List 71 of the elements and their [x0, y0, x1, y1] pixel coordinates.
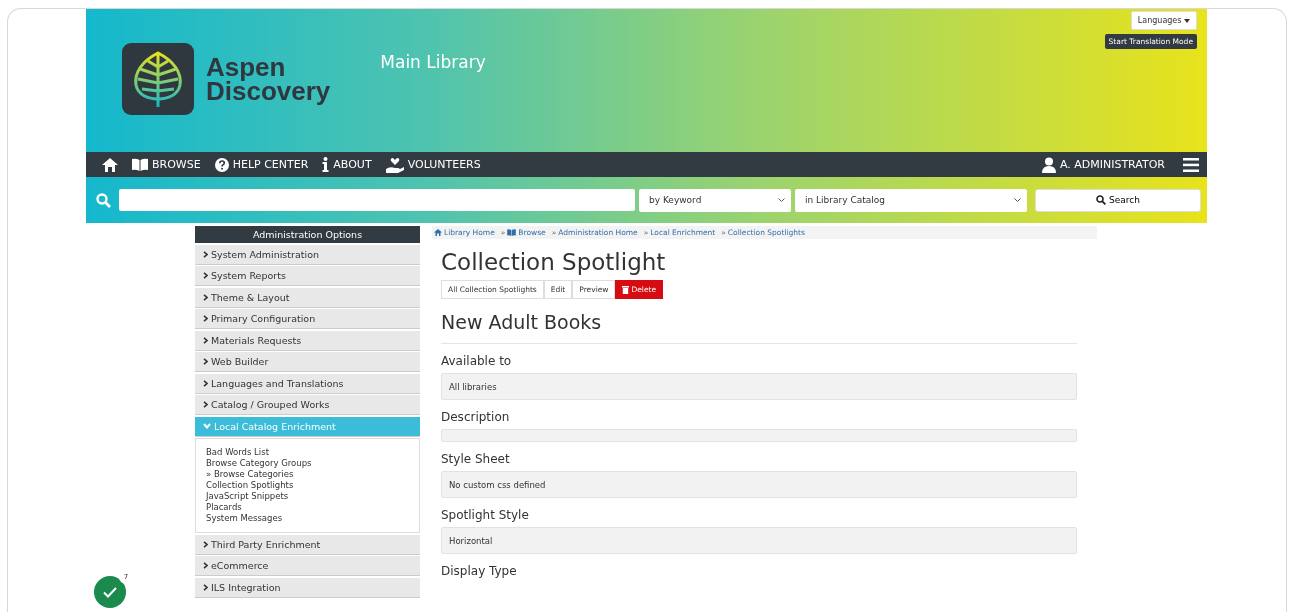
menu-icon[interactable] [1183, 157, 1199, 172]
account-link[interactable]: A. ADMINISTRATOR [1041, 156, 1165, 173]
chevron-right-icon [203, 315, 208, 322]
home-icon [102, 157, 118, 172]
nav-link[interactable]: HELP CENTER [214, 157, 309, 172]
nav-link[interactable]: ABOUT [322, 157, 372, 172]
sidebar-section[interactable]: ILS Integration [195, 577, 420, 598]
library-name: Main Library [380, 52, 486, 74]
sidebar-section[interactable]: Catalog / Grouped Works [195, 395, 420, 415]
nav-link[interactable]: BROWSE [132, 158, 201, 171]
sidebar-section[interactable]: System Administration [195, 244, 420, 265]
search-scope-select[interactable]: in Library Catalog [795, 188, 1027, 212]
field-label: Description [441, 410, 511, 424]
field-label: Spotlight Style [441, 508, 530, 522]
sidebar-section[interactable]: eCommerce [195, 556, 420, 576]
chevron-right-icon [203, 250, 208, 258]
caret-icon [1184, 19, 1190, 23]
search-field[interactable] [119, 189, 635, 211]
search-icon [1096, 195, 1107, 205]
page-title: Collection Spotlight [441, 249, 667, 275]
field-label: Style Sheet [441, 452, 511, 466]
hand-heart-icon [385, 156, 404, 173]
chevron-right-icon [203, 293, 208, 301]
checkmark-icon [103, 586, 117, 598]
submenu-link[interactable]: JavaScript Snippets [206, 491, 409, 502]
submenu-link[interactable]: Browse Category Groups [206, 458, 409, 469]
book-icon [507, 229, 517, 236]
chevron-right-icon [203, 272, 208, 279]
help-icon [214, 157, 229, 172]
user-icon [1041, 156, 1056, 173]
chevron-right-icon [203, 358, 208, 365]
field-label: Display Type [441, 564, 518, 578]
leaf-logo-icon [122, 43, 194, 115]
field-value: Horizontal [441, 527, 1077, 554]
sidebar-section[interactable]: Primary Configuration [195, 309, 420, 329]
field-value: All libraries [441, 373, 1077, 400]
submenu-link[interactable]: Placards [206, 502, 409, 513]
home-link[interactable] [102, 157, 118, 172]
chevron-right-icon [203, 379, 208, 387]
chevron-down-icon [1014, 198, 1021, 202]
chevron-right-icon [203, 401, 208, 408]
record-title: New Adult Books [441, 311, 1077, 344]
chevron-right-icon [203, 336, 208, 344]
submenu-link[interactable]: Collection Spotlights [206, 480, 409, 491]
chevron-right-icon [203, 583, 208, 591]
search-type-select[interactable]: by Keyword [639, 188, 791, 212]
submenu-link[interactable]: System Messages [206, 513, 409, 524]
chevron-right-icon [203, 562, 208, 569]
search-button[interactable]: Search [1035, 188, 1201, 212]
home-icon [434, 229, 442, 236]
sidebar-title: Administration Options [195, 226, 420, 243]
languages-button[interactable]: Languages [1130, 11, 1197, 30]
submenu-link[interactable]: » Browse Categories [206, 469, 409, 480]
book-icon [132, 158, 148, 171]
chevron-right-icon [203, 540, 208, 548]
sidebar-section[interactable]: Web Builder [195, 352, 420, 372]
chevron-down-icon [778, 198, 785, 202]
submenu-link[interactable]: Bad Words List [206, 447, 409, 458]
sidebar-section[interactable]: Materials Requests [195, 330, 420, 351]
search-icon [96, 192, 111, 208]
logo-wordmark: Aspen Discovery [206, 55, 331, 103]
field-value: No custom css defined [441, 471, 1077, 498]
sidebar-section[interactable]: System Reports [195, 266, 420, 286]
chevron-down-icon [203, 423, 211, 429]
sidebar-section[interactable]: Languages and Translations [195, 373, 420, 394]
sidebar-section[interactable]: Theme & Layout [195, 287, 420, 308]
info-icon [322, 157, 330, 172]
nav-link[interactable]: VOLUNTEERS [385, 156, 481, 173]
sidebar-section[interactable]: Third Party Enrichment [195, 534, 420, 555]
trash-icon [622, 285, 630, 294]
field-label: Available to [441, 354, 513, 368]
